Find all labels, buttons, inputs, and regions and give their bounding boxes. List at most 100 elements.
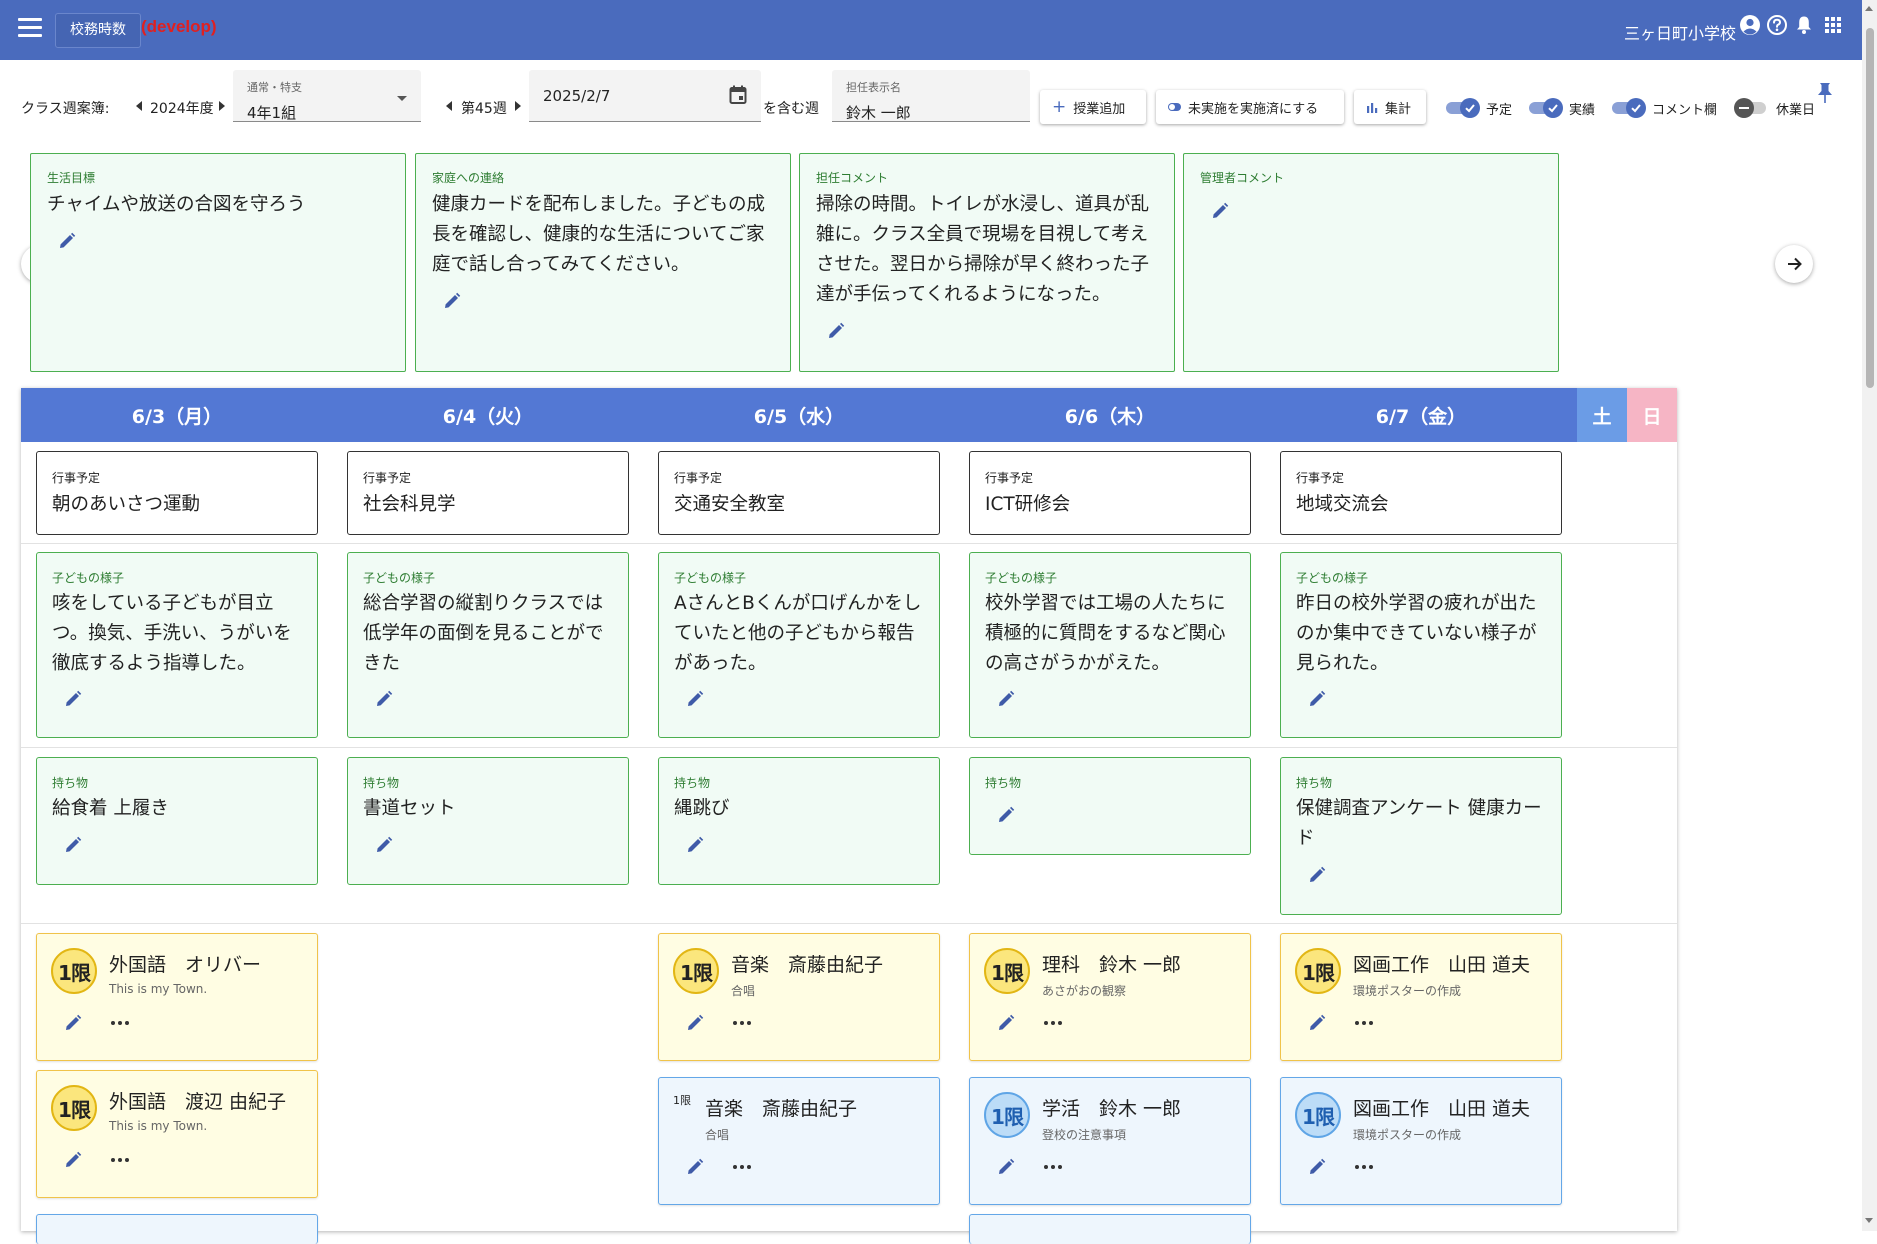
bell-icon[interactable] [1793, 14, 1815, 36]
event-card-tue[interactable]: 行事予定 社会科見学 [347, 451, 629, 535]
help-icon[interactable] [1766, 14, 1788, 36]
event-card-thu[interactable]: 行事予定 ICT研修会 [969, 451, 1251, 535]
plus-icon: + [1052, 96, 1067, 117]
home-contact-body: 健康カードを配布しました。子どもの成長を確認し、健康的な生活についてご家庭で話し… [432, 194, 766, 275]
class-select-value: 4年1組 [247, 104, 297, 122]
belongings-card-mon: 持ち物 給食着 上履き [36, 757, 318, 885]
belongings-title: 持ち物 [1296, 776, 1333, 790]
lesson-card-thu-1[interactable]: 1限 理科 鈴木 一郎 あさがおの観察 [969, 933, 1251, 1061]
pencil-icon[interactable] [58, 232, 76, 250]
pencil-icon[interactable] [375, 836, 393, 854]
lesson-subject: 音楽 斎藤由紀子 [705, 1098, 858, 1120]
add-class-label: 授業追加 [1073, 101, 1126, 117]
apps-icon[interactable] [1822, 14, 1844, 36]
lesson-card-mon-1[interactable]: 1限 外国語 オリバー This is my Town. [36, 933, 318, 1061]
more-icon[interactable] [1044, 1165, 1062, 1171]
children-card-wed: 子どもの様子 AさんとBくんが口げんかをしていたと他の子どもから報告があった。 [658, 552, 940, 738]
children-title: 子どもの様子 [985, 571, 1058, 585]
lesson-subject: 音楽 斎藤由紀子 [731, 954, 884, 976]
scroll-down-icon[interactable] [1865, 1218, 1873, 1223]
pencil-icon[interactable] [997, 1158, 1015, 1176]
event-card-fri[interactable]: 行事予定 地域交流会 [1280, 451, 1562, 535]
pencil-icon[interactable] [997, 1014, 1015, 1032]
check-icon [1626, 98, 1646, 118]
lesson-card-fri-2[interactable]: 1限 図画工作 山田 道夫 環境ポスターの作成 [1280, 1077, 1562, 1205]
lesson-card-fri-1[interactable]: 1限 図画工作 山田 道夫 環境ポスターの作成 [1280, 933, 1562, 1061]
admin-comment-card: 管理者コメント [1183, 153, 1559, 372]
life-goal-body: チャイムや放送の合図を守ろう [47, 194, 306, 215]
more-icon[interactable] [733, 1165, 751, 1171]
pencil-icon[interactable] [64, 836, 82, 854]
lesson-note: 環境ポスターの作成 [1353, 1128, 1462, 1142]
more-icon[interactable] [1355, 1165, 1373, 1171]
app-title-button[interactable]: 校務時数 [55, 13, 141, 48]
saturday-header[interactable]: 土 [1577, 388, 1627, 442]
pencil-icon[interactable] [686, 1158, 704, 1176]
toggle-icon [1168, 103, 1181, 111]
lesson-card-thu-3[interactable] [969, 1214, 1251, 1244]
event-card-mon[interactable]: 行事予定 朝のあいさつ運動 [36, 451, 318, 535]
add-class-button[interactable]: + 授業追加 [1040, 90, 1146, 124]
lesson-card-mon-2[interactable]: 1限 外国語 渡辺 由紀子 This is my Town. [36, 1070, 318, 1198]
menu-icon[interactable] [18, 18, 42, 38]
account-icon[interactable] [1739, 14, 1761, 36]
more-icon[interactable] [111, 1021, 129, 1027]
children-card-tue: 子どもの様子 総合学習の縦割りクラスでは低学年の面倒を見ることができた [347, 552, 629, 738]
calendar-icon[interactable] [729, 85, 747, 105]
lesson-card-mon-3[interactable] [36, 1214, 318, 1244]
prev-year-icon[interactable] [136, 101, 142, 111]
vertical-scrollbar[interactable] [1862, 0, 1877, 1231]
pencil-icon[interactable] [1308, 1014, 1326, 1032]
belongings-body: 給食着 上履き [52, 798, 169, 819]
belongings-card-tue: 持ち物 書道セット [347, 757, 629, 885]
summary-button[interactable]: 集計 [1354, 90, 1426, 124]
lesson-card-wed-2[interactable]: 1限 音楽 斎藤由紀子 合唱 [658, 1077, 940, 1205]
lesson-note: 環境ポスターの作成 [1353, 984, 1462, 998]
event-body: 交通安全教室 [674, 494, 786, 515]
sunday-header[interactable]: 日 [1627, 388, 1677, 442]
pencil-icon[interactable] [686, 690, 704, 708]
pencil-icon[interactable] [1308, 690, 1326, 708]
period-badge: 1限 [984, 948, 1030, 994]
pencil-icon[interactable] [686, 836, 704, 854]
pencil-icon[interactable] [64, 1014, 82, 1032]
more-icon[interactable] [111, 1158, 129, 1164]
pencil-icon[interactable] [686, 1014, 704, 1032]
toggle-comments-label: コメント欄 [1652, 103, 1718, 118]
teacher-name-field[interactable]: 担任表示名 鈴木 一郎 [832, 70, 1030, 122]
pencil-icon[interactable] [64, 1151, 82, 1169]
pencil-icon[interactable] [443, 292, 461, 310]
period-badge: 1限 [984, 1092, 1030, 1138]
event-body: 朝のあいさつ運動 [52, 494, 201, 515]
next-year-icon[interactable] [219, 101, 225, 111]
teacher-name-value: 鈴木 一郎 [846, 104, 911, 122]
pencil-icon[interactable] [997, 690, 1015, 708]
event-card-wed[interactable]: 行事予定 交通安全教室 [658, 451, 940, 535]
pencil-icon[interactable] [1211, 202, 1229, 220]
period-label: 1限 [673, 1094, 691, 1107]
pencil-icon[interactable] [827, 322, 845, 340]
next-week-icon[interactable] [515, 101, 521, 111]
prev-week-icon[interactable] [446, 101, 452, 111]
admin-comment-title: 管理者コメント [1200, 171, 1285, 185]
lesson-card-thu-2[interactable]: 1限 学活 鈴木 一郎 登校の注意事項 [969, 1077, 1251, 1205]
pencil-icon[interactable] [375, 690, 393, 708]
pin-icon[interactable] [1817, 82, 1833, 104]
date-field[interactable]: 2025/2/7 [529, 70, 761, 122]
mark-done-label: 未実施を実施済にする [1188, 101, 1319, 117]
mark-done-button[interactable]: 未実施を実施済にする [1156, 90, 1344, 124]
class-select[interactable]: 通常・特支 4年1組 [233, 70, 421, 122]
scrollbar-thumb[interactable] [1866, 28, 1874, 388]
more-icon[interactable] [733, 1021, 751, 1027]
more-icon[interactable] [1355, 1021, 1373, 1027]
lesson-card-wed-1[interactable]: 1限 音楽 斎藤由紀子 合唱 [658, 933, 940, 1061]
scroll-up-icon[interactable] [1865, 6, 1873, 11]
scroll-right-button[interactable] [1775, 245, 1813, 283]
period-badge: 1限 [51, 1085, 97, 1131]
more-icon[interactable] [1044, 1021, 1062, 1027]
pencil-icon[interactable] [64, 690, 82, 708]
pencil-icon[interactable] [997, 806, 1015, 824]
pencil-icon[interactable] [1308, 866, 1326, 884]
day-header-mon: 6/3（月） [131, 405, 223, 428]
pencil-icon[interactable] [1308, 1158, 1326, 1176]
